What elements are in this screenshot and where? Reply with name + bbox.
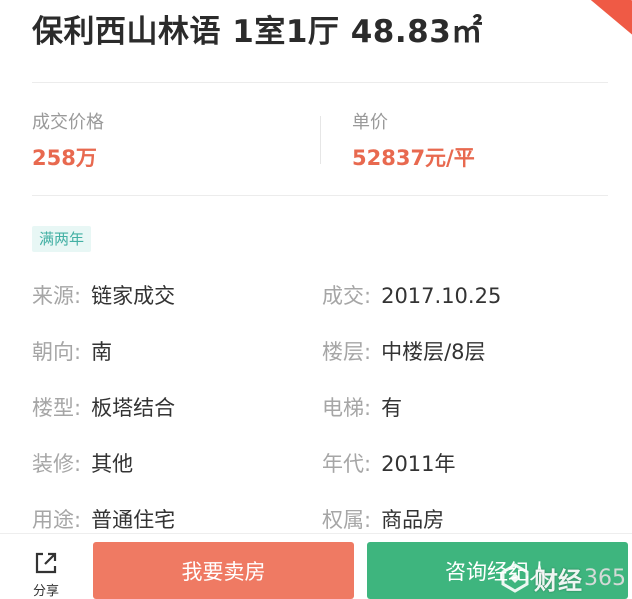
info-key: 权属:: [322, 508, 372, 532]
info-value: 普通住宅: [91, 508, 176, 532]
deal-price-block: 成交价格 258万: [32, 108, 104, 172]
info-value: 南: [91, 340, 113, 364]
listing-title: 保利西山林语 1室1厅 48.83㎡: [32, 14, 483, 50]
info-cell-year: 年代: 2011年: [322, 448, 456, 478]
info-cell-building-type: 楼型: 板塔结合: [32, 392, 175, 422]
divider-top: [32, 82, 608, 83]
divider-middle: [32, 195, 608, 196]
info-key: 楼层:: [322, 340, 372, 364]
info-cell-floor: 楼层: 中楼层/8层: [322, 336, 486, 366]
info-cell-deal-date: 成交: 2017.10.25: [322, 280, 501, 310]
info-row: 装修: 其他 年代: 2011年: [32, 440, 612, 496]
share-label: 分享: [32, 584, 59, 599]
unit-price-label: 单价: [352, 112, 388, 133]
consult-agent-button[interactable]: 咨询经纪人: [367, 542, 628, 599]
info-value: 2011年: [381, 452, 456, 476]
info-row: 楼型: 板塔结合 电梯: 有: [32, 384, 612, 440]
info-key: 成交:: [322, 284, 372, 308]
share-icon: [35, 552, 57, 574]
info-value: 中楼层/8层: [381, 340, 486, 364]
unit-price-value: 52837元/平: [352, 146, 475, 170]
share-button[interactable]: 分享: [24, 548, 68, 599]
info-cell-orientation: 朝向: 南: [32, 336, 112, 366]
info-row: 朝向: 南 楼层: 中楼层/8层: [32, 328, 612, 384]
info-cell-source: 来源: 链家成交: [32, 280, 175, 310]
info-row: 来源: 链家成交 成交: 2017.10.25: [32, 272, 612, 328]
info-cell-elevator: 电梯: 有: [322, 392, 402, 422]
info-key: 楼型:: [32, 396, 82, 420]
info-cell-usage: 用途: 普通住宅: [32, 504, 175, 534]
info-key: 年代:: [322, 452, 372, 476]
info-key: 用途:: [32, 508, 82, 532]
info-value: 商品房: [381, 508, 445, 532]
info-cell-decoration: 装修: 其他: [32, 448, 133, 478]
property-info-grid: 来源: 链家成交 成交: 2017.10.25 朝向: 南 楼层: 中楼层/8层 楼型:…: [32, 272, 612, 552]
info-key: 装修:: [32, 452, 82, 476]
info-key: 电梯:: [322, 396, 372, 420]
info-value: 有: [381, 396, 403, 420]
info-cell-ownership: 权属: 商品房: [322, 504, 444, 534]
info-value: 2017.10.25: [381, 284, 502, 308]
deal-price-label: 成交价格: [32, 112, 104, 133]
info-key: 朝向:: [32, 340, 82, 364]
info-value: 板塔结合: [91, 396, 176, 420]
info-key: 来源:: [32, 284, 82, 308]
deal-price-value: 258万: [32, 146, 97, 170]
status-badge: 满两年: [32, 226, 92, 252]
info-value: 链家成交: [91, 284, 176, 308]
bottom-action-bar: 分享 我要卖房 咨询经纪人: [0, 534, 632, 599]
price-separator: [320, 116, 321, 164]
sell-house-button[interactable]: 我要卖房: [93, 542, 354, 599]
listing-header: 保利西山林语 1室1厅 48.83㎡: [32, 6, 592, 51]
info-value: 其他: [91, 452, 134, 476]
unit-price-block: 单价 52837元/平: [352, 108, 475, 172]
